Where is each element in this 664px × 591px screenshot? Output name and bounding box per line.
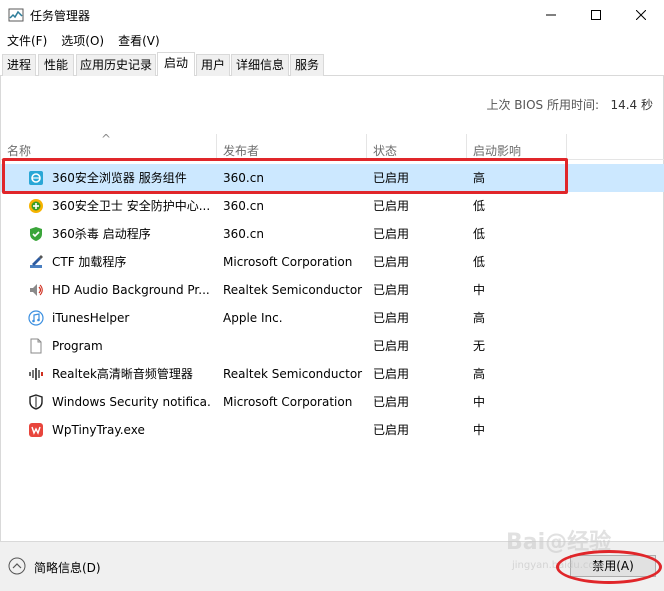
tab-startup[interactable]: 启动 (157, 52, 195, 77)
shield-icon (29, 394, 43, 410)
maximize-button[interactable] (573, 0, 619, 30)
row-status: 已启用 (373, 423, 410, 437)
table-row[interactable]: WpTinyTray.exe 已启用 中 (1, 416, 664, 444)
task-manager-icon (8, 8, 24, 22)
menu-file[interactable]: 文件(F) (0, 31, 54, 51)
table-row[interactable]: HD Audio Background Pr... Realtek Semicon… (1, 276, 664, 304)
speaker-icon (30, 284, 43, 296)
table-row[interactable]: iTunesHelper Apple Inc. 已启用 高 (1, 304, 664, 332)
row-name: HD Audio Background Pr... (52, 283, 210, 297)
tab-processes[interactable]: 进程 (2, 54, 36, 76)
menu-bar: 文件(F) 选项(O) 查看(V) (0, 30, 664, 52)
minimize-button[interactable] (528, 0, 574, 30)
row-publisher: 360.cn (223, 227, 264, 241)
tab-performance[interactable]: 性能 (38, 54, 74, 76)
menu-options[interactable]: 选项(O) (54, 31, 111, 51)
row-name: iTunesHelper (52, 311, 130, 325)
row-status: 已启用 (373, 339, 410, 353)
realtek-audio-icon (29, 368, 43, 380)
selection-highlight-annotation (2, 158, 568, 194)
table-row[interactable]: Windows Security notifica... Microsoft Co… (1, 388, 664, 416)
tab-bar: 进程 性能 应用历史记录 启动 用户 详细信息 服务 (0, 52, 664, 77)
row-impact: 低 (473, 255, 486, 269)
row-name: WpTinyTray.exe (52, 423, 145, 437)
row-status: 已启用 (373, 283, 410, 297)
bios-time-value: 14.4 秒 (610, 98, 653, 112)
row-publisher: Microsoft Corporation (223, 255, 353, 269)
row-status: 已启用 (373, 199, 410, 213)
maximize-icon (591, 10, 601, 20)
row-impact: 中 (473, 395, 486, 409)
row-status: 已启用 (373, 227, 410, 241)
fewer-details-link[interactable]: 简略信息(D) (34, 559, 101, 576)
row-name: CTF 加载程序 (52, 255, 127, 269)
row-publisher: Realtek Semiconductor (223, 367, 363, 381)
row-impact: 中 (473, 283, 486, 297)
tab-users[interactable]: 用户 (196, 54, 230, 76)
row-name: Program (52, 339, 103, 353)
startup-panel: 上次 BIOS 所用时间: 14.4 秒 ^ 名称 发布者 状态 启动影响 36… (0, 76, 664, 541)
row-publisher: Realtek Semiconductor (223, 283, 363, 297)
column-header-status[interactable]: 状态 (367, 134, 467, 160)
row-impact: 低 (473, 227, 486, 241)
window-title: 任务管理器 (30, 9, 91, 23)
row-publisher: Apple Inc. (223, 311, 283, 325)
title-bar: 任务管理器 (0, 0, 664, 30)
guard-360-icon (29, 199, 43, 213)
close-icon (636, 10, 646, 20)
row-name: 360杀毒 启动程序 (52, 227, 151, 241)
tab-app-history[interactable]: 应用历史记录 (76, 54, 156, 76)
row-status: 已启用 (373, 367, 410, 381)
tab-details[interactable]: 详细信息 (231, 54, 289, 76)
startup-table: 360安全浏览器 服务组件 360.cn 已启用高 360安全卫士 安全防护中心...… (1, 164, 664, 444)
column-header-impact[interactable]: 启动影响 (467, 134, 567, 160)
row-name: Realtek高清晰音频管理器 (52, 367, 193, 381)
row-name: 360安全卫士 安全防护中心... (52, 199, 211, 213)
itunes-icon (28, 310, 44, 326)
tab-services[interactable]: 服务 (290, 54, 324, 76)
table-row[interactable]: Realtek高清晰音频管理器 Realtek Semiconductor 已启用 高 (1, 360, 664, 388)
column-header-publisher[interactable]: 发布者 (217, 134, 367, 160)
collapse-up-icon[interactable] (8, 557, 26, 575)
menu-view[interactable]: 查看(V) (111, 31, 167, 51)
row-impact: 低 (473, 199, 486, 213)
table-row[interactable]: 360杀毒 启动程序 360.cn 已启用 低 (1, 220, 664, 248)
button-circle-annotation (556, 550, 662, 584)
table-row[interactable]: CTF 加载程序 Microsoft Corporation 已启用 低 (1, 248, 664, 276)
minimize-icon (546, 14, 556, 16)
wp-tray-icon (29, 423, 43, 437)
ctf-icon (30, 255, 43, 268)
row-publisher: 360.cn (223, 199, 264, 213)
table-header: ^ 名称 发布者 状态 启动影响 (1, 132, 664, 160)
close-button[interactable] (618, 0, 664, 30)
table-row[interactable]: 360安全卫士 安全防护中心... 360.cn 已启用 低 (1, 192, 664, 220)
antivirus-360-icon (30, 227, 42, 241)
row-impact: 高 (473, 311, 486, 325)
row-publisher: Microsoft Corporation (223, 395, 353, 409)
table-row[interactable]: Program 已启用 无 (1, 332, 664, 360)
row-status: 已启用 (373, 255, 410, 269)
blank-file-icon (30, 338, 42, 354)
row-name: Windows Security notifica... (52, 395, 212, 409)
row-impact: 无 (473, 339, 486, 353)
column-header-name[interactable]: 名称 (1, 134, 217, 160)
row-impact: 中 (473, 423, 486, 437)
row-publisher (223, 416, 363, 444)
bios-time-label: 上次 BIOS 所用时间: (486, 98, 599, 112)
row-impact: 高 (473, 367, 486, 381)
row-status: 已启用 (373, 395, 410, 409)
row-publisher (223, 332, 363, 360)
row-status: 已启用 (373, 311, 410, 325)
